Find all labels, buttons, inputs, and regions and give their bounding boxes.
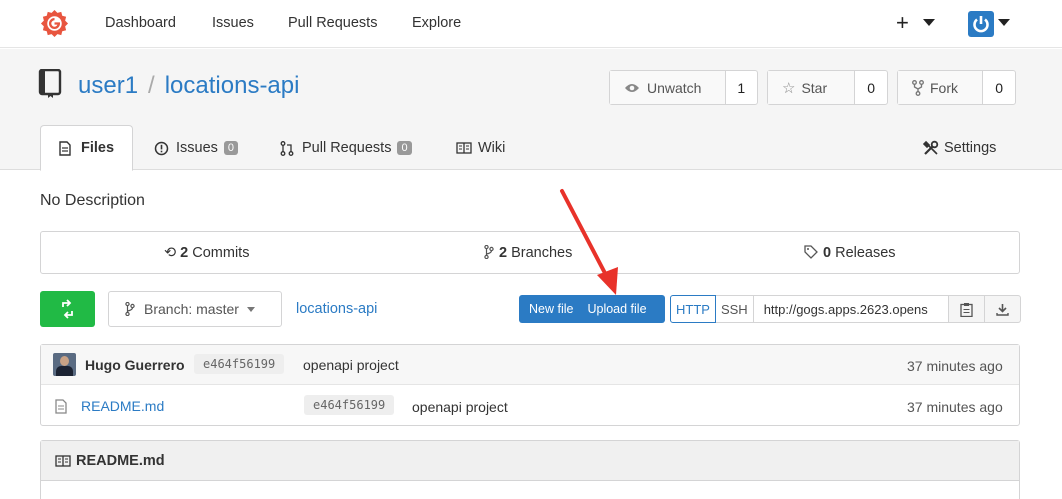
branch-label: Branch: master: [144, 301, 239, 317]
chevron-down-icon[interactable]: [998, 19, 1010, 26]
wiki-icon: [456, 142, 472, 154]
chevron-down-icon: [246, 306, 255, 312]
tab-issues-label: Issues: [176, 140, 218, 156]
book-icon: [55, 454, 71, 467]
commits-label: Commits: [192, 245, 250, 261]
file-table: Hugo Guerrero e464f56199 openapi project…: [40, 344, 1020, 426]
star-button[interactable]: ☆ Star: [768, 71, 856, 104]
top-navbar: Dashboard Issues Pull Requests Explore +: [0, 0, 1062, 48]
gogs-logo-icon[interactable]: [40, 9, 69, 38]
commit-author[interactable]: Hugo Guerrero: [85, 357, 185, 373]
nav-explore[interactable]: Explore: [412, 15, 461, 31]
readme-title: README.md: [76, 452, 165, 469]
clipboard-icon: [960, 302, 973, 317]
star-icon: ☆: [782, 79, 796, 97]
avatar[interactable]: [53, 353, 76, 376]
clone-url-input[interactable]: http://gogs.apps.2623.opens: [753, 295, 949, 323]
commit-sha[interactable]: e464f56199: [194, 354, 285, 374]
nav-pull-requests[interactable]: Pull Requests: [288, 15, 377, 31]
sync-icon: [62, 299, 73, 319]
file-icon: [59, 140, 71, 156]
issues-count-badge: 0: [223, 141, 239, 155]
download-icon: [995, 303, 1009, 316]
latest-commit-row: Hugo Guerrero e464f56199 openapi project…: [41, 345, 1019, 385]
star-count[interactable]: 0: [855, 71, 887, 104]
releases-label: Releases: [835, 245, 896, 261]
branch-icon: [484, 244, 494, 260]
repo-owner-link[interactable]: user1: [78, 72, 138, 99]
tab-files[interactable]: Files: [40, 125, 133, 171]
unwatch-button[interactable]: Unwatch: [610, 71, 726, 104]
tab-files-label: Files: [80, 140, 115, 156]
repo-stats-bar: ⟲ 2 Commits 2 Branches 0 Releases: [40, 231, 1020, 274]
annotation-arrow: [560, 189, 618, 295]
fork-icon: [912, 79, 924, 96]
unwatch-label: Unwatch: [647, 79, 702, 96]
tab-wiki-label: Wiki: [478, 140, 506, 156]
power-icon: [973, 16, 989, 33]
commit-time: 37 minutes ago: [907, 358, 1003, 374]
file-commit-message: openapi project: [412, 399, 508, 415]
pull-requests-count-badge: 0: [397, 141, 412, 155]
tab-pull-requests-label: Pull Requests: [302, 140, 392, 156]
nav-issues[interactable]: Issues: [212, 15, 254, 31]
repo-description: No Description: [40, 192, 145, 209]
tab-settings-label: Settings: [944, 140, 997, 156]
branch-icon: [125, 302, 135, 316]
http-clone-button[interactable]: HTTP: [670, 295, 716, 323]
commits-count: 2: [180, 245, 189, 261]
issue-icon: [154, 141, 169, 155]
repo-separator: /: [148, 72, 155, 99]
user-avatar[interactable]: [968, 11, 994, 37]
commits-stat[interactable]: ⟲ 2 Commits: [164, 245, 249, 261]
readme-header: README.md: [41, 441, 1019, 481]
fork-button-group: Fork 0: [897, 70, 1016, 105]
tag-icon: [804, 245, 818, 259]
fork-button[interactable]: Fork: [898, 71, 984, 104]
star-button-group: ☆ Star 0: [767, 70, 888, 105]
tab-pull-requests[interactable]: Pull Requests 0: [280, 125, 412, 171]
pull-request-icon: [280, 140, 294, 156]
releases-count: 0: [823, 245, 832, 261]
tab-settings[interactable]: Settings: [923, 125, 996, 171]
file-icon: [55, 399, 67, 414]
download-button[interactable]: [984, 295, 1021, 323]
eye-icon: [625, 83, 639, 92]
nav-dashboard[interactable]: Dashboard: [105, 15, 176, 31]
ssh-clone-button[interactable]: SSH: [715, 295, 754, 323]
breadcrumb[interactable]: locations-api: [296, 301, 377, 317]
table-row: README.md e464f56199 openapi project 37 …: [41, 386, 1019, 426]
star-label: Star: [801, 79, 828, 96]
chevron-down-icon[interactable]: [923, 19, 935, 26]
fork-count[interactable]: 0: [983, 71, 1015, 104]
repo-title: user1 / locations-api: [78, 72, 299, 100]
create-new-button[interactable]: +: [896, 10, 909, 36]
tab-wiki[interactable]: Wiki: [456, 125, 505, 171]
watch-button-group: Unwatch 1: [609, 70, 758, 105]
watch-count[interactable]: 1: [726, 71, 757, 104]
branch-dropdown[interactable]: Branch: master: [108, 291, 282, 327]
repo-icon: [38, 69, 62, 98]
tab-issues[interactable]: Issues 0: [154, 125, 239, 171]
history-icon: ⟲: [164, 245, 177, 261]
compare-branch-button[interactable]: [40, 291, 95, 327]
settings-icon: [923, 140, 939, 155]
fork-label: Fork: [930, 79, 958, 96]
commit-message: openapi project: [303, 357, 399, 373]
file-link[interactable]: README.md: [81, 398, 164, 414]
copy-url-button[interactable]: [948, 295, 985, 323]
clone-url-group: HTTP SSH http://gogs.apps.2623.opens: [670, 295, 1021, 323]
file-commit-sha[interactable]: e464f56199: [304, 395, 395, 415]
new-file-button[interactable]: New file: [519, 302, 583, 316]
releases-stat[interactable]: 0 Releases: [804, 245, 896, 261]
repo-name-link[interactable]: locations-api: [165, 72, 300, 99]
readme-panel: README.md: [40, 440, 1020, 499]
file-commit-time: 37 minutes ago: [907, 399, 1003, 415]
upload-file-button[interactable]: Upload file: [583, 302, 656, 316]
branches-count: 2: [499, 245, 508, 261]
